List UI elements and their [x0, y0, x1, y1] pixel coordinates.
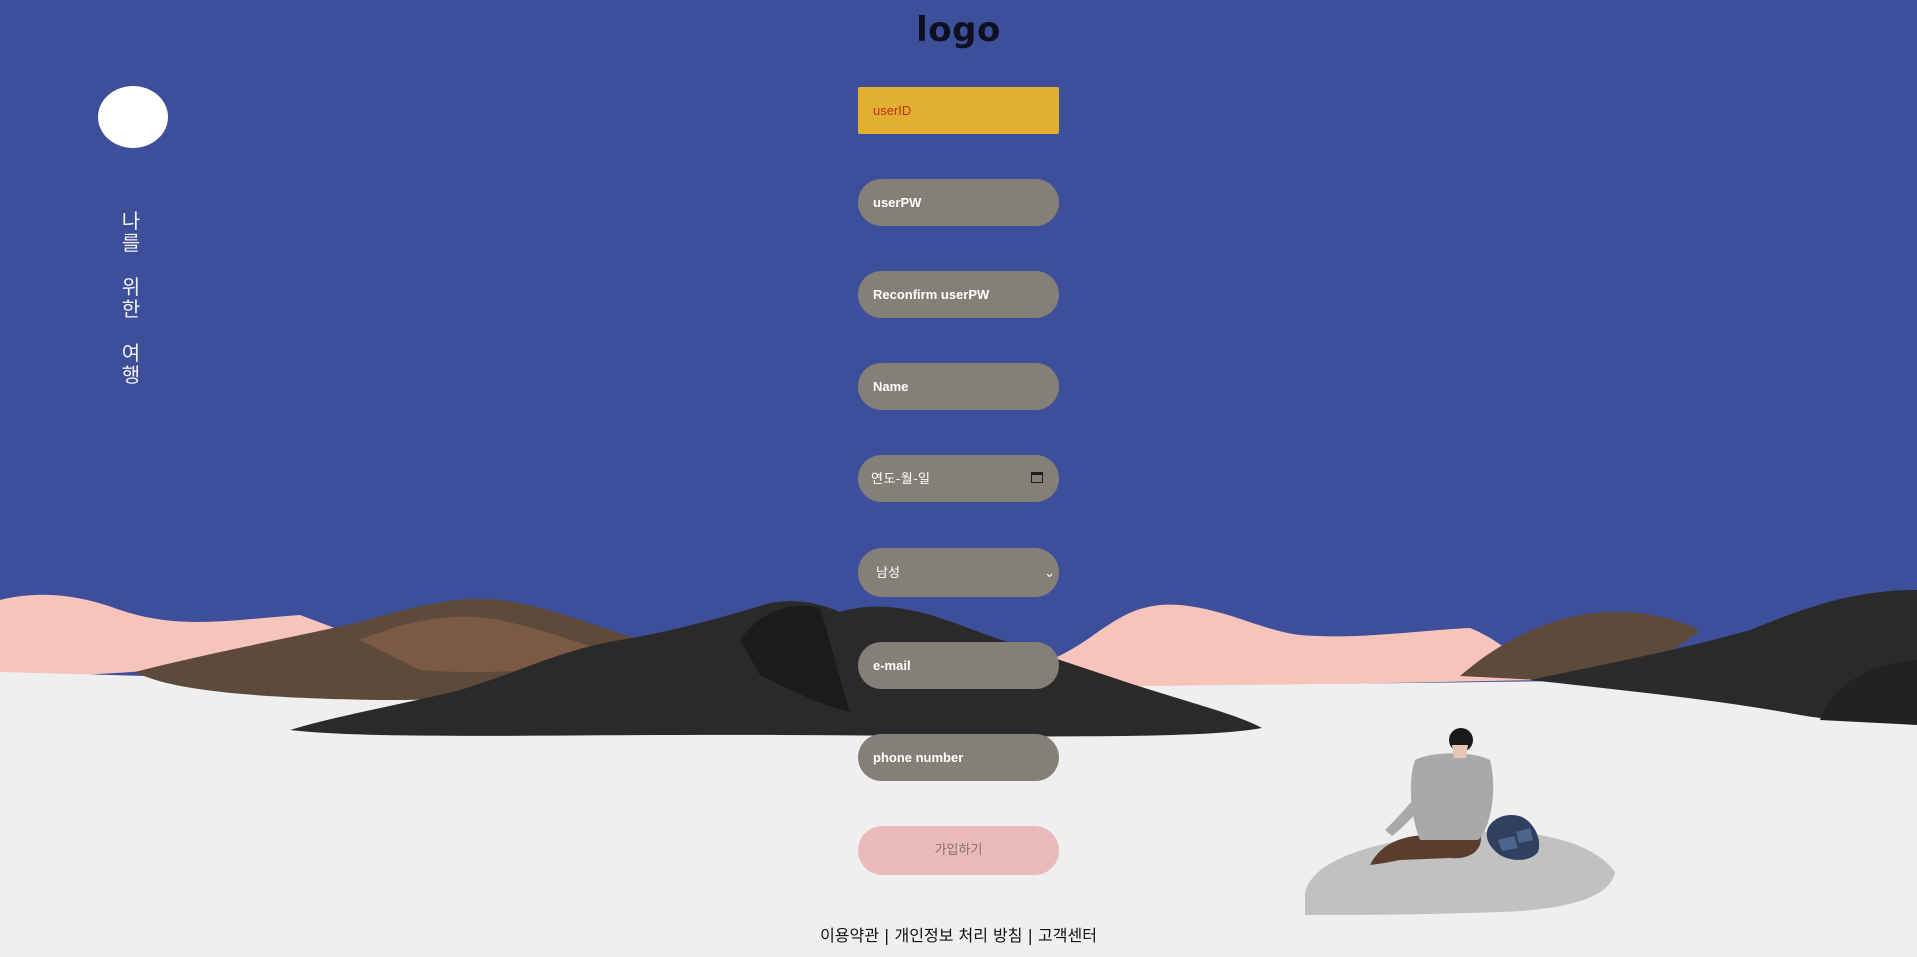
footer-link-support[interactable]: 고객센터: [1038, 926, 1097, 945]
user-id-input[interactable]: userID: [858, 87, 1059, 134]
email-placeholder: e-mail: [873, 658, 911, 673]
tagline-char: 여: [121, 341, 141, 365]
birthdate-placeholder: 연도-월-일: [871, 471, 931, 486]
phone-placeholder: phone number: [873, 750, 964, 765]
footer-separator: |: [878, 926, 895, 945]
user-id-placeholder: userID: [873, 103, 912, 118]
signup-submit-button[interactable]: 가입하기: [858, 826, 1059, 875]
gender-selected-value: 남성: [876, 565, 900, 580]
moon-icon: [98, 86, 168, 148]
reconfirm-pw-input[interactable]: Reconfirm userPW: [858, 271, 1059, 318]
tagline-char: 행: [121, 363, 141, 387]
tagline-char: 위: [121, 275, 141, 299]
tagline-char: 를: [121, 231, 141, 255]
name-placeholder: Name: [873, 379, 909, 394]
footer-link-privacy[interactable]: 개인정보 처리 방침: [895, 926, 1023, 945]
calendar-icon[interactable]: [1031, 472, 1043, 483]
name-input[interactable]: Name: [858, 363, 1059, 410]
email-input[interactable]: e-mail: [858, 642, 1059, 689]
footer-links: 이용약관 | 개인정보 처리 방침 | 고객센터: [0, 922, 1917, 946]
logo[interactable]: logo: [0, 10, 1917, 50]
phone-input[interactable]: phone number: [858, 734, 1059, 781]
vertical-tagline: 나 를 위 한 여 행: [118, 210, 144, 386]
gender-select[interactable]: 남성 ⌄: [858, 548, 1059, 597]
birthdate-input[interactable]: 연도-월-일: [858, 455, 1059, 502]
reconfirm-pw-placeholder: Reconfirm userPW: [873, 287, 990, 302]
user-pw-input[interactable]: userPW: [858, 179, 1059, 226]
footer-link-terms[interactable]: 이용약관: [820, 926, 879, 945]
chevron-down-icon: ⌄: [1044, 565, 1055, 580]
user-pw-placeholder: userPW: [873, 195, 922, 210]
footer-separator: |: [1022, 926, 1039, 945]
tagline-char: 한: [121, 297, 141, 321]
tagline-char: 나: [121, 209, 141, 233]
